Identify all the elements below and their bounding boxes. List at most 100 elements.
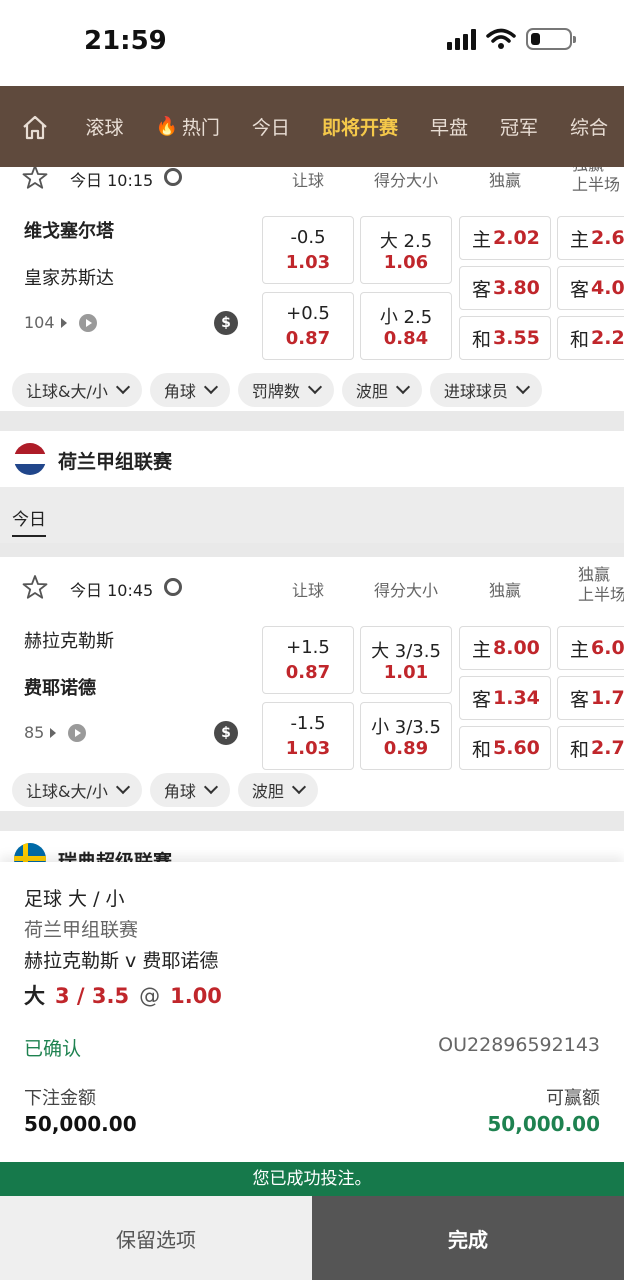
- chip-corners[interactable]: 角球: [149, 773, 230, 807]
- league-header[interactable]: 瑞典超级联赛: [0, 831, 624, 862]
- col-win-h1-line1: 独赢: [578, 565, 611, 584]
- win-odds: 2.7: [591, 737, 624, 759]
- chip-goalscorer[interactable]: 进球球员: [429, 373, 542, 407]
- col-win-h1: 独赢上半场: [578, 565, 624, 605]
- chip-correct-score[interactable]: 波胆: [341, 373, 422, 407]
- win-h1-home-odds[interactable]: 主 6.0: [557, 626, 624, 670]
- bet-status: 已确认: [24, 1038, 82, 1060]
- match-time: 今日 10:45: [70, 581, 154, 600]
- handicap-odds: 1.03: [285, 738, 331, 759]
- payout-amount: 50,000.00: [487, 1112, 600, 1136]
- nav-combined[interactable]: 综合: [554, 113, 624, 140]
- chevron-down-icon: [307, 379, 322, 395]
- match-header: 今日 10:45 让球 得分大小 独赢 独赢 上半场: [0, 557, 624, 604]
- day-group-header: 今日: [0, 487, 624, 543]
- chip-label: 让球&大/小: [26, 782, 108, 801]
- away-team[interactable]: 费耶诺德: [24, 674, 96, 700]
- nav-combined-label: 综合: [569, 117, 608, 139]
- handicap-home-odds[interactable]: -0.5 1.03: [262, 216, 354, 284]
- win-h1-home-odds[interactable]: 主 2.6: [557, 216, 624, 260]
- nav-hot[interactable]: 🔥 热门: [139, 113, 235, 140]
- play-video-icon[interactable]: [68, 723, 87, 742]
- cashout-dollar-icon[interactable]: $: [214, 311, 238, 335]
- chip-corners[interactable]: 角球: [149, 373, 230, 407]
- stake-amount: 50,000.00: [24, 1112, 137, 1136]
- nav-upcoming-label: 即将开赛: [321, 117, 398, 139]
- col-win-h1-line1: 独赢: [572, 167, 604, 174]
- win-h1-away-odds[interactable]: 客 4.0: [557, 266, 624, 310]
- win-draw-odds[interactable]: 和 3.55: [459, 316, 551, 360]
- handicap-home-odds[interactable]: +1.5 0.87: [262, 626, 354, 694]
- clock-icon: [164, 578, 182, 596]
- chevron-down-icon: [291, 779, 306, 795]
- over-odds[interactable]: 大 3/3.5 1.01: [360, 626, 452, 694]
- selection-odds: 1.00: [170, 984, 222, 1008]
- win-away-odds[interactable]: 客 1.34: [459, 676, 551, 720]
- match-time: 今日 10:15: [70, 171, 154, 190]
- success-banner: 您已成功投注。: [0, 1162, 624, 1196]
- col-win: 独赢: [488, 581, 521, 600]
- chevron-down-icon: [203, 779, 218, 795]
- chip-label: 角球: [163, 782, 196, 801]
- chip-handicap-ou[interactable]: 让球&大/小: [12, 373, 142, 407]
- away-team[interactable]: 皇家苏斯达: [24, 264, 114, 290]
- col-win-h1-line2: 上半场: [572, 175, 621, 194]
- status-time: 21:59: [84, 26, 167, 56]
- under-odds[interactable]: 小 3/3.5 0.89: [360, 702, 452, 770]
- win-draw-odds[interactable]: 和 5.60: [459, 726, 551, 770]
- win-h1-draw-odds[interactable]: 和 2.7: [557, 726, 624, 770]
- favorite-star-icon[interactable]: [22, 574, 48, 600]
- handicap-away-odds[interactable]: -1.5 1.03: [262, 702, 354, 770]
- status-bar: 21:59: [0, 0, 624, 86]
- chevron-down-icon: [515, 379, 531, 395]
- chip-handicap-ou[interactable]: 让球&大/小: [12, 773, 142, 807]
- win-label: 客: [570, 688, 590, 711]
- nav-early[interactable]: 早盘: [414, 113, 484, 140]
- win-home-odds[interactable]: 主 8.00: [459, 626, 551, 670]
- win-label: 主: [472, 228, 492, 251]
- win-h1-draw-odds[interactable]: 和 2.2: [557, 316, 624, 360]
- fire-icon: 🔥: [155, 116, 178, 137]
- done-button[interactable]: 完成: [312, 1196, 624, 1280]
- handicap-away-odds[interactable]: +0.5 0.87: [262, 292, 354, 360]
- bet-selection: 大 3 / 3.5 @ 1.00: [24, 980, 222, 1010]
- nav-home[interactable]: [0, 114, 69, 140]
- chip-cards[interactable]: 罚牌数: [237, 373, 334, 407]
- ou-line: 小 3/3.5: [371, 717, 441, 738]
- win-away-odds[interactable]: 客 3.80: [459, 266, 551, 310]
- play-video-icon[interactable]: [78, 313, 97, 332]
- home-team[interactable]: 赫拉克勒斯: [24, 627, 114, 653]
- match-card: 今日 10:45 让球 得分大小 独赢 独赢 上半场 赫拉克勒斯 费耶诺德 85 …: [0, 557, 624, 811]
- more-markets-count[interactable]: 85: [24, 723, 87, 742]
- win-label: 和: [472, 738, 492, 761]
- col-win-h1-line2: 上半场: [578, 585, 624, 604]
- win-home-odds[interactable]: 主 2.02: [459, 216, 551, 260]
- nav-live[interactable]: 滚球: [69, 113, 139, 140]
- home-icon: [22, 115, 47, 139]
- win-h1-away-odds[interactable]: 客 1.7: [557, 676, 624, 720]
- selection-side: 大: [24, 984, 45, 1008]
- home-team[interactable]: 维戈塞尔塔: [24, 217, 114, 243]
- market-chips: 让球&大/小 角球 罚牌数 波胆 进球球员: [12, 373, 542, 407]
- win-label: 主: [570, 638, 590, 661]
- nav-outright[interactable]: 冠军: [484, 113, 554, 140]
- handicap-odds: 0.87: [285, 328, 331, 349]
- nav-today[interactable]: 今日: [236, 113, 306, 140]
- keep-selections-button[interactable]: 保留选项: [0, 1196, 312, 1280]
- more-markets-count[interactable]: 104: [24, 313, 97, 332]
- payout-label: 可赢额: [546, 1088, 600, 1109]
- under-odds[interactable]: 小 2.5 0.84: [360, 292, 452, 360]
- cashout-dollar-icon[interactable]: $: [214, 721, 238, 745]
- win-odds: 4.0: [591, 277, 624, 299]
- chevron-down-icon: [115, 379, 130, 395]
- over-odds[interactable]: 大 2.5 1.06: [360, 216, 452, 284]
- caret-right-icon: [50, 727, 57, 738]
- win-label: 和: [570, 328, 590, 351]
- win-odds: 6.0: [591, 637, 624, 659]
- chip-correct-score[interactable]: 波胆: [237, 773, 318, 807]
- league-header[interactable]: 荷兰甲组联赛: [0, 431, 624, 487]
- nav-upcoming[interactable]: 即将开赛: [306, 113, 414, 140]
- win-label: 客: [472, 278, 492, 301]
- favorite-star-icon[interactable]: [22, 167, 48, 190]
- chevron-down-icon: [115, 779, 130, 795]
